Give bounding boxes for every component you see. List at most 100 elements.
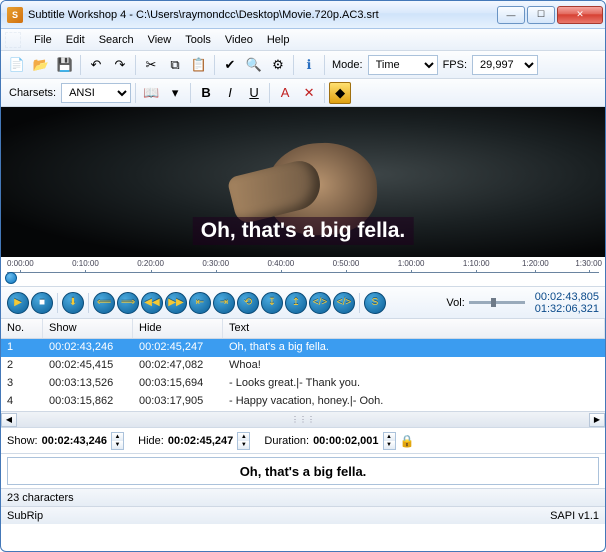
charsets-select[interactable]: ANSI [61,83,131,103]
fps-label: FPS: [440,59,470,71]
timeline-tick: 0:50:00 [333,259,360,268]
copy-icon[interactable]: ⧉ [164,54,186,76]
rewind-button[interactable]: ◀◀ [141,292,163,314]
close-button[interactable]: ✕ [557,6,603,24]
scroll-track[interactable]: ⋮⋮⋮ [17,415,589,424]
menu-file[interactable]: File [27,31,59,49]
table-row[interactable]: 2 00:02:45,415 00:02:47,082 Whoa! [1,357,605,375]
playback-bar: ▶ ■ ⬇ ⟸ ⟹ ◀◀ ▶▶ ⇤ ⇥ ⟲ ↧ ↥ </> </> S Vol:… [1,287,605,319]
show-value[interactable]: 00:02:43,246 [42,435,107,447]
mode-label: Mode: [329,59,366,71]
scroll-right-icon[interactable]: ▶ [589,413,605,427]
time-editor: Show: 00:02:43,246 ▲▼ Hide: 00:02:45,247… [1,428,605,454]
timeline-tick: 1:00:00 [398,259,425,268]
save-file-icon[interactable]: 💾 [54,54,76,76]
volume-slider[interactable] [469,301,525,304]
window-title: Subtitle Workshop 4 - C:\Users\raymondcc… [28,9,495,21]
timeline-tick: 0:20:00 [137,259,164,268]
timeline-tick: 0:30:00 [202,259,229,268]
timeline-ruler[interactable]: 0:00:00 0:10:00 0:20:00 0:30:00 0:40:00 … [7,259,599,273]
hide-value[interactable]: 00:02:45,247 [168,435,233,447]
book-icon[interactable]: 📖 [140,82,162,104]
open-file-icon[interactable]: 📂 [30,54,52,76]
highlight-icon[interactable]: ◆ [329,82,351,104]
menu-tools[interactable]: Tools [178,31,218,49]
subtitle-text-input[interactable]: Oh, that's a big fella. [7,457,599,485]
underline-button[interactable]: U [243,82,265,104]
spellcheck-icon[interactable]: ✔ [219,54,241,76]
col-no[interactable]: No. [1,319,43,338]
settings-icon[interactable]: ⚙ [267,54,289,76]
italic-button[interactable]: I [219,82,241,104]
code-b-button[interactable]: </> [333,292,355,314]
play-button[interactable]: ▶ [7,292,29,314]
subtitle-table: No. Show Hide Text 1 00:02:43,246 00:02:… [1,319,605,428]
prev-sub-button[interactable]: ⟸ [93,292,115,314]
duration-spinner[interactable]: ▲▼ [383,432,396,450]
app-icon: S [7,7,23,23]
toolbar-main: 📄 📂 💾 ↶ ↷ ✂ ⧉ 📋 ✔ 🔍 ⚙ ℹ Mode: Time FPS: … [1,51,605,79]
mode-select[interactable]: Time [368,55,438,75]
statusbar-chars: 23 characters [1,488,605,506]
duration-label: Duration: [264,435,309,447]
dropdown-icon[interactable]: ▾ [164,82,186,104]
timeline-tick: 1:20:00 [522,259,549,268]
next-sub-button[interactable]: ⟹ [117,292,139,314]
undo-icon[interactable]: ↶ [85,54,107,76]
timeline-tick: 0:10:00 [72,259,99,268]
code-a-button[interactable]: </> [309,292,331,314]
show-spinner[interactable]: ▲▼ [111,432,124,450]
timeline-playhead[interactable] [5,272,17,284]
start-frame-button[interactable]: ⇤ [189,292,211,314]
table-row[interactable]: 3 00:03:13,526 00:03:15,694 - Looks grea… [1,375,605,393]
new-file-icon[interactable]: 📄 [6,54,28,76]
clear-format-icon[interactable]: ✕ [298,82,320,104]
redo-icon[interactable]: ↷ [109,54,131,76]
horizontal-scrollbar[interactable]: ◀ ⋮⋮⋮ ▶ [1,411,605,427]
table-row[interactable]: 4 00:03:15,862 00:03:17,905 - Happy vaca… [1,393,605,411]
menubar: File Edit Search View Tools Video Help [1,29,605,51]
time-elapsed: 00:02:43,805 [535,291,599,303]
menu-video[interactable]: Video [218,31,260,49]
minimize-button[interactable]: — [497,6,525,24]
table-row[interactable]: 1 00:02:43,246 00:02:45,247 Oh, that's a… [1,339,605,357]
mark-in-button[interactable]: ↧ [261,292,283,314]
char-count: 23 characters [7,492,74,504]
table-header: No. Show Hide Text [1,319,605,339]
menu-help[interactable]: Help [260,31,297,49]
fps-select[interactable]: 29,997 [472,55,538,75]
paste-icon[interactable]: 📋 [188,54,210,76]
col-text[interactable]: Text [223,319,605,338]
bold-button[interactable]: B [195,82,217,104]
end-frame-button[interactable]: ⇥ [213,292,235,314]
statusbar-format: SubRip SAPI v1.1 [1,506,605,524]
lock-icon[interactable]: 🔒 [400,434,415,448]
info-icon[interactable]: ℹ [298,54,320,76]
stop-button[interactable]: ■ [31,292,53,314]
timeline-tick: 1:30:00 [575,259,602,268]
duration-value[interactable]: 00:00:02,001 [313,435,378,447]
timeline-tick: 1:10:00 [463,259,490,268]
col-hide[interactable]: Hide [133,319,223,338]
s-button[interactable]: S [364,292,386,314]
menu-view[interactable]: View [141,31,179,49]
video-preview[interactable]: Oh, that's a big fella. [1,107,605,257]
forward-button[interactable]: ▶▶ [165,292,187,314]
menu-edit[interactable]: Edit [59,31,92,49]
timeline-tick: 0:40:00 [267,259,294,268]
maximize-button[interactable]: ☐ [527,6,555,24]
jump-down-button[interactable]: ⬇ [62,292,84,314]
sync-button[interactable]: ⟲ [237,292,259,314]
menu-search[interactable]: Search [92,31,141,49]
time-total: 01:32:06,321 [535,303,599,315]
mark-out-button[interactable]: ↥ [285,292,307,314]
hide-spinner[interactable]: ▲▼ [237,432,250,450]
col-show[interactable]: Show [43,319,133,338]
font-color-icon[interactable]: A [274,82,296,104]
timeline-tick: 0:00:00 [7,259,34,268]
cut-icon[interactable]: ✂ [140,54,162,76]
sapi-label: SAPI v1.1 [550,510,599,522]
scroll-left-icon[interactable]: ◀ [1,413,17,427]
search-icon[interactable]: 🔍 [243,54,265,76]
timeline[interactable]: 0:00:00 0:10:00 0:20:00 0:30:00 0:40:00 … [1,257,605,287]
